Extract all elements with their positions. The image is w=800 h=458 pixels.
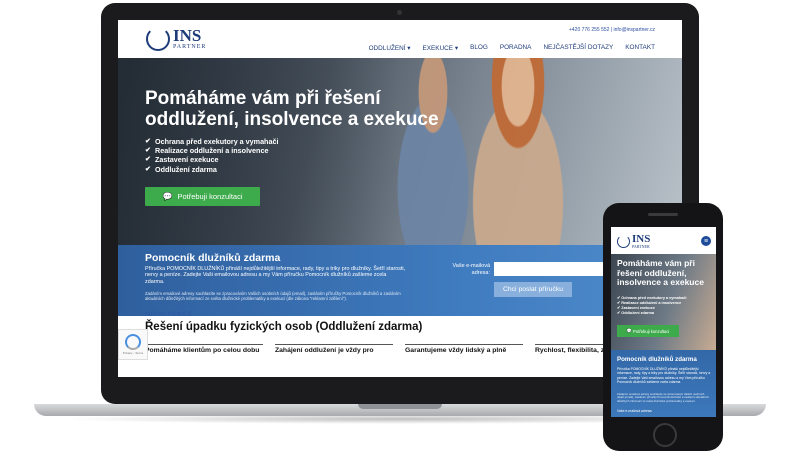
email-field[interactable] [494,262,618,276]
mobile-hero-title: Pomáháme vám při řešení oddlužení, insol… [617,258,704,288]
band-text: Příručka POMOCNÍK DLUŽNÍKŮ přináší nejdů… [145,266,406,285]
recaptcha-icon [125,334,141,350]
section-label: INSOLVENCE [145,311,193,318]
list-item: ✔ Zastavení exekuce [145,155,278,164]
main-nav: ODDLUŽENÍ ▾ EXEKUCE ▾ BLOG PORADNA NEJČA… [369,44,655,52]
column-divider [405,344,523,345]
list-item: ✔ Ochrana před exekutory a vymahači [145,137,278,146]
mobile-email-label: Vaše e-mailová adresa: [617,409,653,413]
column-heading: Garantujeme vždy lidský a plně [405,347,507,354]
site-logo[interactable]: INS PARTNER [146,26,206,52]
send-guide-button[interactable]: Chci poslat příručku [494,282,572,297]
logo-sub: PARTNER [632,244,650,249]
mobile-logo[interactable]: INS PARTNER [617,234,650,249]
band-title: Pomocník dlužníků zdarma [145,252,281,264]
bullet-text: Oddlužení zdarma [621,311,654,315]
check-icon: ✔ [145,156,151,164]
wreath-icon [617,235,630,248]
email-label: Vaše e-mailová adresa: [452,263,491,276]
hero-bullets: ✔ Ochrana před exekutory a vymahači ✔ Real… [145,137,278,174]
logo-sub: PARTNER [173,44,207,50]
nav-item-oddluzeni[interactable]: ODDLUŽENÍ ▾ [369,44,411,52]
wreath-icon [146,27,170,51]
bullet-text: Realizace oddlužení a insolvence [621,301,682,305]
bullet-text: Zastavení exekuce [621,306,655,310]
bullet-text: Ochrana před exekutory a vymahači [155,137,279,146]
laptop-screen: INS PARTNER +420 776 255 552 | info@insp… [118,20,682,377]
consultation-button[interactable]: 💬 Potřebuji konzultaci [145,187,260,206]
column-heading: Zahájení oddlužení je vždy pro [275,347,374,354]
logo-name: INS [173,26,202,45]
section-title: Řešení úpadku fyzických osob (Oddlužení … [145,321,423,333]
button-label: Potřebuji konzultaci [177,192,243,201]
nav-label: EXEKUCE [422,45,454,52]
mobile-hero-bullets: ✔ Ochrana před exekutory a vymahači ✔ Re… [617,296,686,316]
hero-title: Pomáháme vám při řešení oddlužení, insol… [145,88,439,130]
mobile-band-text: Příručka POMOCNÍK DLUŽNÍKŮ přináší nejdů… [617,367,711,385]
phone-screen: INS PARTNER ≡ Pomáháme vám při řešení od… [611,227,716,417]
nav-item-blog[interactable]: BLOG [470,44,488,52]
nav-item-exekuce[interactable]: EXEKUCE ▾ [423,44,459,52]
mobile-newsletter-band: Pomocník dlužníků zdarma Příručka POMOCN… [611,350,716,417]
bullet-text: Realizace oddlužení a insolvence [155,146,269,156]
laptop-notch [358,404,442,409]
phone-speaker [648,213,678,216]
column-heading: Rychlost, flexibilita, zk [535,347,608,354]
mobile-consultation-button[interactable]: 💬 Potřebuji konzultaci [617,325,679,337]
nav-item-poradna[interactable]: PORADNA [500,44,532,52]
nav-item-kontakt[interactable]: KONTAKT [625,44,655,52]
site-header: INS PARTNER +420 776 255 552 | info@insp… [118,20,682,58]
contact-info[interactable]: +420 776 255 552 | info@inspartner.cz [569,27,655,33]
mobile-header: INS PARTNER ≡ [611,227,716,254]
bullet-text: Zastavení exekuce [155,155,219,165]
hamburger-menu-icon[interactable]: ≡ [701,236,711,246]
bullet-text: Ochrana před exekutory a vymahači [621,296,687,300]
logo-name: INS [632,233,651,245]
column-heading: Pomáháme klientům po celou dobu [145,347,260,354]
hero-section: Pomáháme vám při řešení oddlužení, insol… [118,58,682,245]
chat-icon: 💬 [162,192,173,201]
bullet-text: Oddlužení zdarma [155,164,217,174]
button-label: Potřebuji konzultaci [633,328,670,334]
newsletter-band: Pomocník dlužníků zdarma Příručka POMOCN… [118,245,682,316]
check-icon: ✔ [145,147,151,155]
phone-home-button [653,423,677,447]
mobile-band-consent: Zadáním emailové adresy souhlasíte se zp… [617,392,709,403]
recaptcha-badge[interactable]: Privacy - Terms [118,329,148,360]
list-item: ✔ Oddlužení zdarma [617,311,686,316]
band-consent: Zadáním emailové adresy souhlasíte se zp… [145,291,401,301]
recaptcha-text: Privacy - Terms [122,351,144,355]
nav-label: ODDLUŽENÍ [368,45,406,52]
mobile-hero: Pomáháme vám při řešení oddlužení, insol… [611,254,716,350]
laptop-camera [397,10,402,15]
nav-item-dotazy[interactable]: NEJČASTĚJŠÍ DOTAZY [543,44,613,52]
column-divider [275,344,393,345]
list-item: ✔ Realizace oddlužení a insolvence [145,146,278,155]
mobile-band-title: Pomocník dlužníků zdarma [617,356,697,363]
hero-photo-woman [448,58,588,245]
chevron-down-icon: ▾ [454,45,459,52]
column-divider [145,344,263,345]
list-item: ✔ Oddlužení zdarma [145,165,278,174]
check-icon: ✔ [145,138,151,145]
check-icon: ✔ [145,165,151,173]
chevron-down-icon: ▾ [407,45,411,52]
